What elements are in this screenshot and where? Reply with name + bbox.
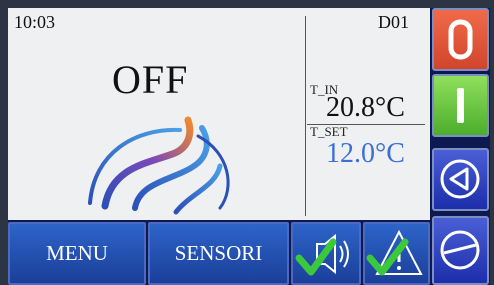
sound-ack-button[interactable] xyxy=(291,222,361,285)
speaker-check-icon xyxy=(295,233,349,276)
vertical-divider xyxy=(305,16,306,216)
brand-swirl-logo xyxy=(88,116,230,215)
power-on-button[interactable] xyxy=(432,74,489,137)
touch-screen: 10:03 D01 OFF T_IN 20.8°C T_SET 12.0°C M… xyxy=(8,8,490,285)
menu-button-label: MENU xyxy=(46,241,108,265)
power-off-button[interactable] xyxy=(432,8,489,71)
power-state: OFF xyxy=(112,57,189,102)
status-panel: 10:03 D01 OFF T_IN 20.8°C T_SET 12.0°C xyxy=(8,8,430,220)
menu-button[interactable]: MENU xyxy=(8,222,146,285)
stop-button[interactable] xyxy=(432,216,489,285)
sensori-button[interactable]: SENSORI xyxy=(148,222,289,285)
t-set-value[interactable]: 12.0°C xyxy=(326,138,405,170)
back-button[interactable] xyxy=(432,148,489,211)
back-arrow-icon xyxy=(440,159,480,199)
device-id: D01 xyxy=(378,12,409,32)
sensori-button-label: SENSORI xyxy=(174,241,263,265)
clock: 10:03 xyxy=(14,12,56,32)
t-in-value: 20.8°C xyxy=(326,92,405,123)
alarm-ack-button[interactable] xyxy=(363,222,430,285)
warning-check-icon xyxy=(366,229,423,276)
power-on-icon xyxy=(457,88,464,123)
no-entry-icon xyxy=(440,230,480,270)
power-off-icon xyxy=(448,19,473,60)
